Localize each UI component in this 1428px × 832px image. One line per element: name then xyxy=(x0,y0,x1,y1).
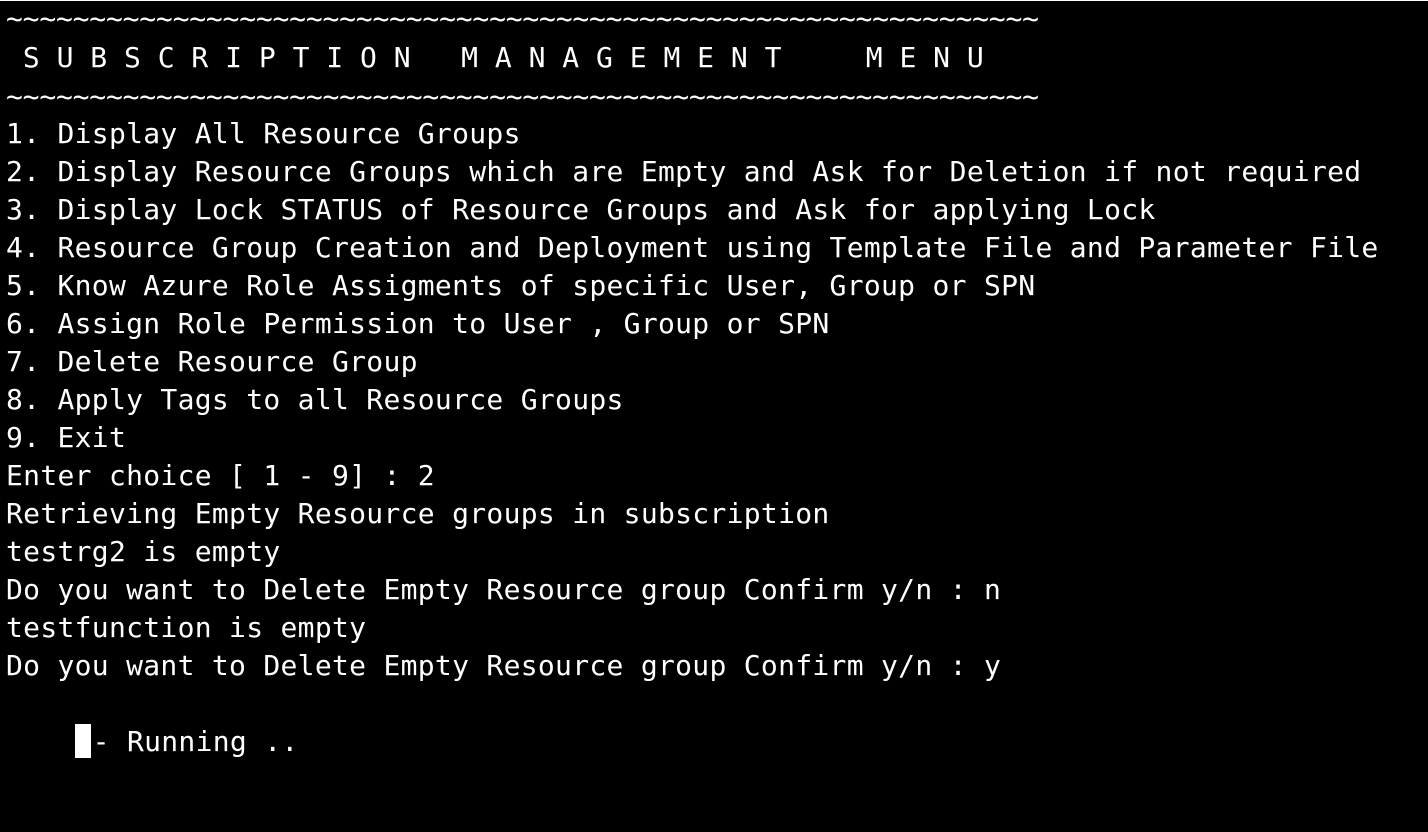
text-cursor[interactable] xyxy=(74,724,91,758)
output-line: testrg2 is empty xyxy=(6,535,281,568)
menu-item-9: 9. Exit xyxy=(6,421,127,454)
menu-item-3: 3. Display Lock STATUS of Resource Group… xyxy=(6,193,1156,226)
running-status: - Running .. xyxy=(92,725,299,758)
output-line: Retrieving Empty Resource groups in subs… xyxy=(6,497,830,530)
menu-item-1: 1. Display All Resource Groups xyxy=(6,117,521,150)
output-line: testfunction is empty xyxy=(6,611,367,644)
choice-prompt: Enter choice [ 1 - 9] : 2 xyxy=(6,459,435,492)
terminal-window[interactable]: ~~~~~~~~~~~~~~~~~~~~~~~~~~~~~~~~~~~~~~~~… xyxy=(0,0,1428,832)
menu-item-4: 4. Resource Group Creation and Deploymen… xyxy=(6,231,1379,264)
confirm-prompt: Do you want to Delete Empty Resource gro… xyxy=(6,649,1002,682)
menu-item-5: 5. Know Azure Role Assigments of specifi… xyxy=(6,269,1036,302)
running-status-line[interactable]: - Running .. xyxy=(6,685,299,758)
header-rule-bottom: ~~~~~~~~~~~~~~~~~~~~~~~~~~~~~~~~~~~~~~~~… xyxy=(6,80,1039,113)
menu-item-2: 2. Display Resource Groups which are Emp… xyxy=(6,155,1362,188)
menu-item-7: 7. Delete Resource Group xyxy=(6,345,418,378)
confirm-prompt: Do you want to Delete Empty Resource gro… xyxy=(6,573,1002,606)
header-rule-top: ~~~~~~~~~~~~~~~~~~~~~~~~~~~~~~~~~~~~~~~~… xyxy=(6,2,1039,35)
menu-item-6: 6. Assign Role Permission to User , Grou… xyxy=(6,307,830,340)
menu-title: S U B S C R I P T I O N M A N A G E M E … xyxy=(6,41,984,74)
menu-item-8: 8. Apply Tags to all Resource Groups xyxy=(6,383,624,416)
